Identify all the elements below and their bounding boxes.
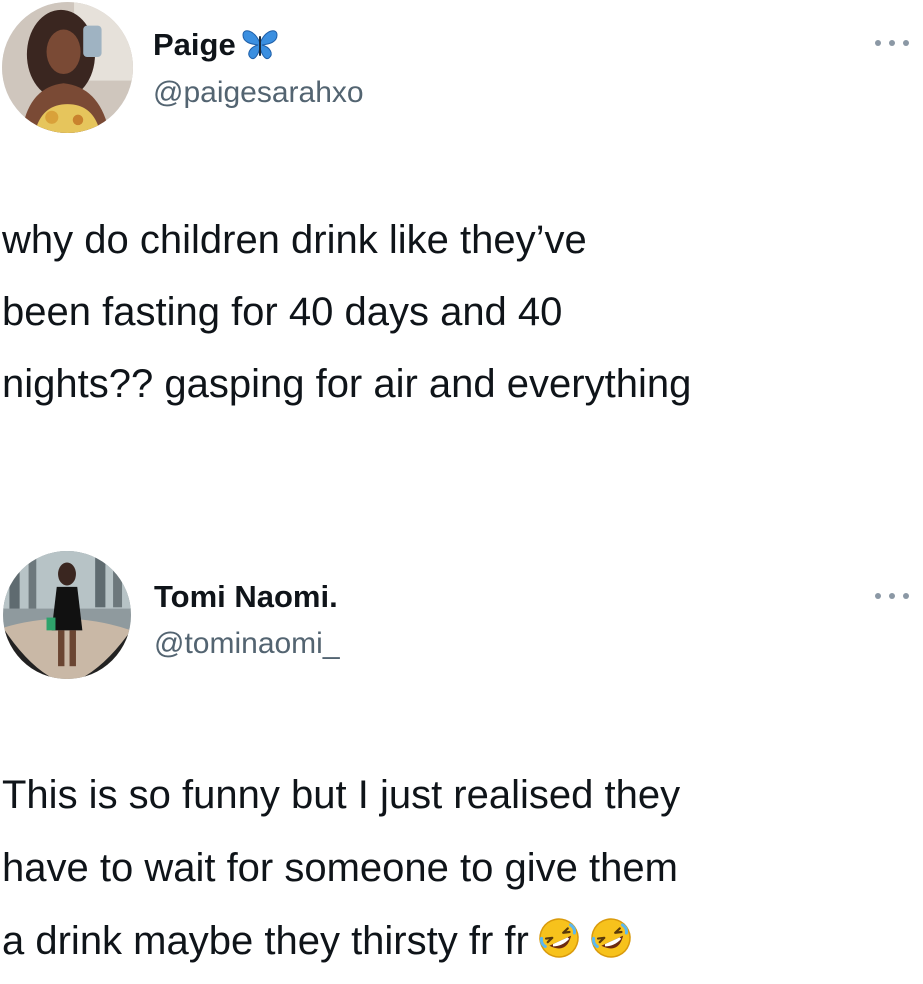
butterfly-icon — [240, 27, 280, 61]
tweet-text: why do children drink like they’ve been … — [2, 218, 692, 406]
handle[interactable]: @paigesarahxo — [153, 76, 364, 110]
more-dot — [875, 40, 881, 46]
more-dot — [889, 40, 895, 46]
tweet-text: This is so funny but I just realised the… — [2, 759, 923, 978]
more-dot — [889, 593, 895, 599]
display-name[interactable]: Paige — [153, 27, 280, 63]
tweet-card[interactable]: Tomi Naomi. @tominaomi_ This is so funny… — [0, 540, 923, 963]
handle[interactable]: @tominaomi_ — [154, 627, 340, 661]
more-options-button[interactable] — [875, 588, 909, 604]
display-name[interactable]: Tomi Naomi. — [154, 579, 338, 615]
avatar[interactable] — [2, 2, 133, 133]
avatar[interactable] — [3, 551, 131, 679]
more-dot — [903, 40, 909, 46]
more-dot — [875, 593, 881, 599]
tweet-card[interactable]: Paige @paigesarahxo why do children drin… — [0, 0, 923, 520]
display-name-text: Paige — [153, 27, 236, 62]
more-options-button[interactable] — [875, 35, 909, 51]
more-dot — [903, 593, 909, 599]
rolling-on-floor-laughing-emoji — [537, 911, 581, 958]
rolling-on-floor-laughing-emoji — [589, 911, 633, 958]
